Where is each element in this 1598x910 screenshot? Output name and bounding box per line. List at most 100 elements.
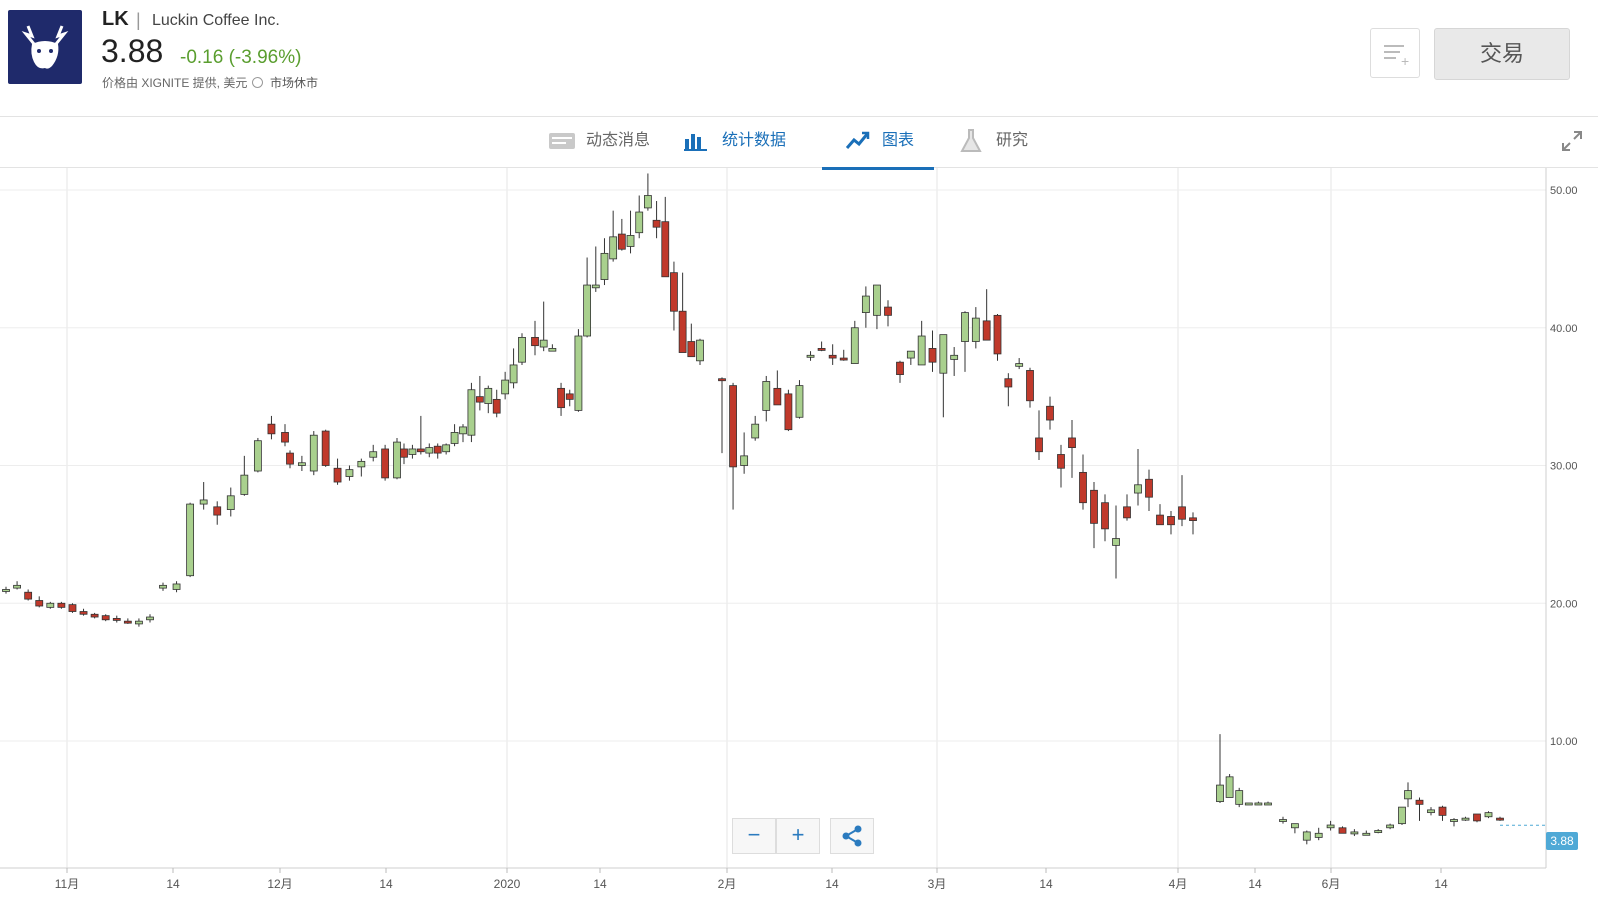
candle-body bbox=[101, 615, 110, 621]
section-tabs: 动态消息 统计数据 图表 研究 bbox=[0, 117, 1598, 170]
candle-body bbox=[751, 423, 760, 439]
x-tick-label: 2020 bbox=[494, 877, 521, 891]
share-button[interactable] bbox=[830, 818, 874, 854]
candle-body bbox=[1112, 538, 1120, 546]
candle-body bbox=[1189, 517, 1197, 522]
candle-body bbox=[321, 430, 330, 466]
candle-body bbox=[1244, 802, 1253, 806]
tab-news[interactable]: 动态消息 bbox=[540, 117, 670, 167]
candle-body bbox=[609, 236, 618, 260]
candle-body bbox=[416, 448, 425, 453]
candle-body bbox=[1484, 812, 1493, 818]
candle-body bbox=[928, 348, 937, 363]
fullscreen-icon[interactable] bbox=[1560, 129, 1584, 153]
add-to-watchlist-button[interactable]: + bbox=[1370, 28, 1420, 78]
candle-body bbox=[393, 441, 401, 479]
candle-body bbox=[643, 195, 652, 209]
clock-icon bbox=[252, 77, 263, 88]
candle-body bbox=[501, 379, 510, 395]
candle-body bbox=[1046, 405, 1054, 421]
last-price: 3.88 bbox=[101, 33, 164, 69]
candle-body bbox=[1101, 502, 1109, 530]
candle-body bbox=[539, 339, 548, 348]
list-plus-icon bbox=[1384, 45, 1404, 47]
candle-body bbox=[309, 434, 318, 472]
zoom-out-button[interactable]: − bbox=[732, 818, 776, 854]
trade-button[interactable]: 交易 bbox=[1434, 28, 1570, 80]
share-icon bbox=[842, 825, 862, 847]
candle-body bbox=[1438, 806, 1447, 816]
candle-body bbox=[1404, 790, 1412, 800]
tab-chart[interactable]: 图表 bbox=[822, 117, 934, 170]
candle-body bbox=[518, 336, 526, 363]
candle-body bbox=[1473, 813, 1481, 822]
candle-body bbox=[670, 272, 678, 312]
price-chart[interactable]: 50.00 40.00 30.00 20.00 10.00 11月 14 12月 14 2020 1… bbox=[0, 168, 1598, 910]
tab-research[interactable]: 研究 bbox=[960, 117, 1060, 167]
news-icon bbox=[549, 133, 575, 149]
price-change: -0.16 (-3.96%) bbox=[180, 47, 302, 68]
candle-body bbox=[531, 336, 539, 347]
candle-body bbox=[1015, 363, 1024, 367]
candle-body bbox=[828, 354, 837, 359]
x-tick-label: 6月 bbox=[1322, 877, 1341, 891]
candle-body bbox=[90, 613, 99, 618]
candle-body bbox=[68, 604, 77, 612]
candle-body bbox=[400, 448, 408, 458]
flask-icon bbox=[960, 129, 982, 152]
x-tick-label: 14 bbox=[1248, 877, 1262, 891]
candle-body bbox=[906, 350, 915, 359]
last-price-marker: 3.88 bbox=[1546, 832, 1578, 850]
candle-body bbox=[459, 426, 467, 435]
candle-body bbox=[1235, 790, 1244, 805]
candle-body bbox=[1326, 824, 1335, 829]
candle-body bbox=[729, 385, 737, 468]
candle-body bbox=[950, 354, 959, 360]
candlestick-chart[interactable]: 50.00 40.00 30.00 20.00 10.00 11月 14 12月 14 2020 1… bbox=[0, 168, 1598, 910]
candle-body bbox=[1427, 809, 1435, 814]
candle-body bbox=[817, 348, 826, 351]
candle-body bbox=[1216, 784, 1224, 803]
candle-body bbox=[226, 495, 235, 510]
candle-body bbox=[1225, 776, 1234, 798]
candle-body bbox=[762, 381, 771, 411]
candle-body bbox=[1068, 437, 1076, 448]
candle-body bbox=[199, 499, 208, 505]
company-name: Luckin Coffee Inc. bbox=[152, 12, 280, 29]
x-tick-label: 14 bbox=[1039, 877, 1053, 891]
x-tick-label: 12月 bbox=[267, 877, 292, 891]
candle-body bbox=[1004, 378, 1013, 388]
candle-body bbox=[1279, 819, 1287, 822]
candle-body bbox=[1035, 437, 1043, 453]
candle-body bbox=[993, 314, 1002, 355]
candle-body bbox=[240, 474, 249, 495]
candle-body bbox=[1090, 489, 1098, 524]
candle-body bbox=[961, 312, 969, 342]
candle-body bbox=[1496, 817, 1504, 821]
candle-body bbox=[1079, 471, 1087, 504]
ticker-symbol: LK bbox=[102, 8, 129, 30]
candle-body bbox=[574, 335, 583, 411]
candle-body bbox=[492, 398, 501, 414]
zoom-in-button[interactable]: + bbox=[776, 818, 820, 854]
candle-body bbox=[678, 310, 687, 353]
bar-chart-icon bbox=[684, 134, 707, 151]
title-separator: | bbox=[136, 10, 141, 30]
candle-body bbox=[939, 334, 948, 374]
candle-body bbox=[617, 233, 626, 250]
x-tick-label: 11月 bbox=[55, 877, 79, 891]
candle-body bbox=[557, 387, 565, 409]
candle-body bbox=[1314, 832, 1323, 838]
x-tick-label: 3月 bbox=[928, 877, 947, 891]
candle-body bbox=[135, 620, 143, 625]
candle-body bbox=[839, 357, 848, 361]
x-tick-label: 14 bbox=[593, 877, 607, 891]
candle-body bbox=[345, 469, 354, 477]
candle-body bbox=[267, 423, 276, 435]
trend-chart-icon bbox=[846, 131, 870, 149]
candle-body bbox=[35, 600, 44, 607]
tab-statistics[interactable]: 统计数据 bbox=[680, 117, 810, 167]
candle-body bbox=[1415, 799, 1424, 805]
candle-body bbox=[484, 387, 493, 404]
candle-body bbox=[917, 335, 926, 366]
